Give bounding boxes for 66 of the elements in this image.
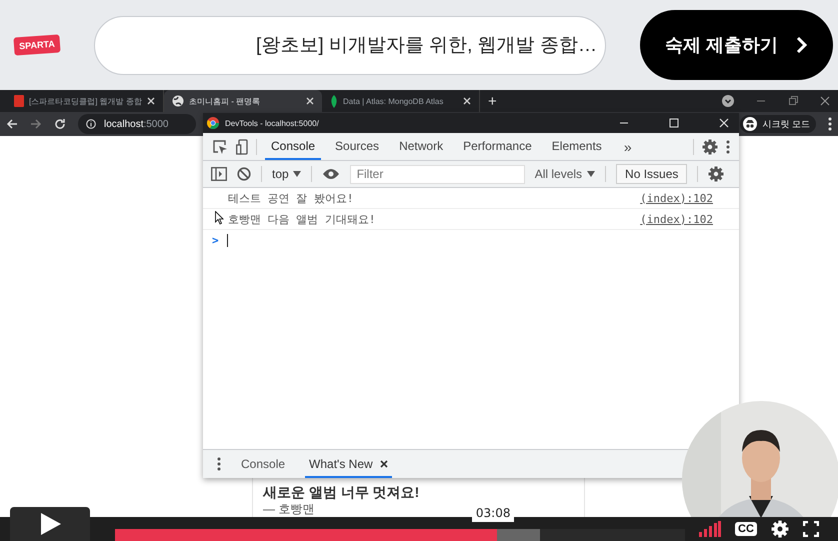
- close-icon[interactable]: [820, 96, 830, 106]
- devtools-tab[interactable]: Performance: [457, 133, 538, 160]
- cursor-icon: [215, 211, 225, 225]
- maximize-icon[interactable]: [669, 118, 679, 128]
- course-title: [왕초보] 비개발자를 위한, 웹개발 종합…: [94, 16, 606, 74]
- incognito-badge[interactable]: 시크릿 모드: [740, 115, 816, 133]
- filter-field[interactable]: Filter: [350, 164, 525, 184]
- restore-icon[interactable]: [788, 96, 798, 106]
- progress-bar[interactable]: [115, 529, 685, 541]
- buffered-bar: [496, 529, 540, 541]
- clear-icon[interactable]: [237, 167, 251, 181]
- devtools-tab[interactable]: Network: [393, 133, 450, 160]
- captions-button[interactable]: CC: [735, 522, 757, 536]
- issues-button[interactable]: No Issues: [616, 164, 688, 184]
- drawer-tab[interactable]: Console: [237, 450, 290, 478]
- context-dropdown[interactable]: top: [272, 167, 301, 181]
- drawer-tab[interactable]: What's New: [305, 450, 392, 478]
- tab-search-icon[interactable]: [722, 95, 734, 107]
- browser-logo-icon: [207, 117, 219, 129]
- devtools-tab[interactable]: Sources: [329, 133, 386, 160]
- dropdown-arrow-icon: [587, 171, 596, 177]
- info-icon: [86, 119, 96, 129]
- menu-icon[interactable]: [828, 117, 832, 131]
- volume-icon[interactable]: [699, 521, 721, 537]
- tab-title: [스파르타코딩클럽] 웹개발 종합: [29, 96, 142, 106]
- forward-icon[interactable]: [30, 118, 42, 130]
- text-cursor: [226, 234, 228, 246]
- address-field[interactable]: localhost:5000: [78, 114, 196, 134]
- incognito-label: 시크릿 모드: [762, 118, 810, 130]
- play-icon: [39, 513, 61, 535]
- more-tabs-button[interactable]: »: [624, 138, 632, 154]
- comment-text: 새로운 앨범 너무 멋져요!: [263, 484, 420, 500]
- inspect-icon[interactable]: [212, 138, 228, 154]
- close-icon[interactable]: [380, 460, 388, 468]
- tab-title: Data | Atlas: MongoDB Atlas: [343, 96, 444, 106]
- browser-tab[interactable]: 초미니홈피 - 팬명록: [164, 90, 322, 112]
- globe-icon: [172, 95, 184, 107]
- levels-dropdown[interactable]: All levels: [534, 167, 596, 181]
- dropdown-arrow-icon: [292, 171, 301, 177]
- incognito-icon: [743, 117, 758, 131]
- submit-button[interactable]: 숙제 제출하기: [640, 10, 833, 80]
- menu-icon[interactable]: [726, 140, 730, 154]
- eye-icon[interactable]: [322, 168, 340, 180]
- menu-icon[interactable]: [217, 457, 221, 471]
- back-icon[interactable]: [6, 118, 18, 130]
- logo: SPARTA: [13, 34, 61, 56]
- reload-icon[interactable]: [54, 118, 66, 130]
- tab-title: 초미니홈피 - 팬명록: [189, 96, 262, 106]
- fullscreen-icon[interactable]: [802, 521, 819, 537]
- play-button[interactable]: [10, 507, 90, 541]
- chevron-icon: [796, 36, 808, 54]
- window-title: DevTools - localhost:5000/: [225, 118, 319, 128]
- devtools-tab[interactable]: Elements: [546, 133, 608, 160]
- settings-icon[interactable]: [702, 138, 718, 154]
- prompt-symbol: >: [212, 234, 219, 246]
- console-message: 테스트 공연 잘 봤어요!: [228, 190, 354, 206]
- leaf-icon: [330, 94, 338, 108]
- comment-author: — 호빵맨: [263, 502, 314, 516]
- settings-icon[interactable]: [708, 166, 724, 182]
- document-icon: [14, 95, 24, 107]
- source-link[interactable]: (index):102: [640, 192, 713, 204]
- console-message: 호빵맨 다음 앨범 기대돼요!: [228, 212, 376, 226]
- sidebar-icon[interactable]: [211, 167, 227, 181]
- device-icon[interactable]: [236, 138, 248, 154]
- source-link[interactable]: (index):102: [640, 212, 713, 226]
- new-tab-button[interactable]: +: [488, 92, 497, 110]
